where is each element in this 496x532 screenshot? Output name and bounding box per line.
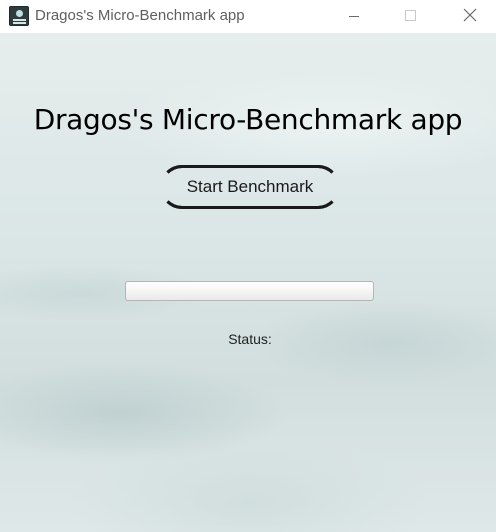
minimize-icon xyxy=(349,16,359,17)
start-benchmark-button[interactable]: Start Benchmark xyxy=(160,165,340,209)
app-window: Dragos's Micro-Benchmark app Dragos's Mi… xyxy=(0,0,496,532)
main-content: Dragos's Micro-Benchmark app Start Bench… xyxy=(0,33,496,532)
maximize-button[interactable] xyxy=(387,0,433,33)
progress-bar xyxy=(125,281,374,301)
app-heading: Dragos's Micro-Benchmark app xyxy=(33,103,463,136)
app-icon xyxy=(9,6,29,26)
minimize-button[interactable] xyxy=(331,0,377,33)
close-icon xyxy=(463,8,477,22)
maximize-icon xyxy=(405,10,416,21)
status-label: Status: xyxy=(228,331,272,347)
close-button[interactable] xyxy=(446,0,492,33)
window-title: Dragos's Micro-Benchmark app xyxy=(35,7,245,24)
title-bar[interactable]: Dragos's Micro-Benchmark app xyxy=(0,0,496,33)
start-benchmark-label: Start Benchmark xyxy=(186,177,314,196)
